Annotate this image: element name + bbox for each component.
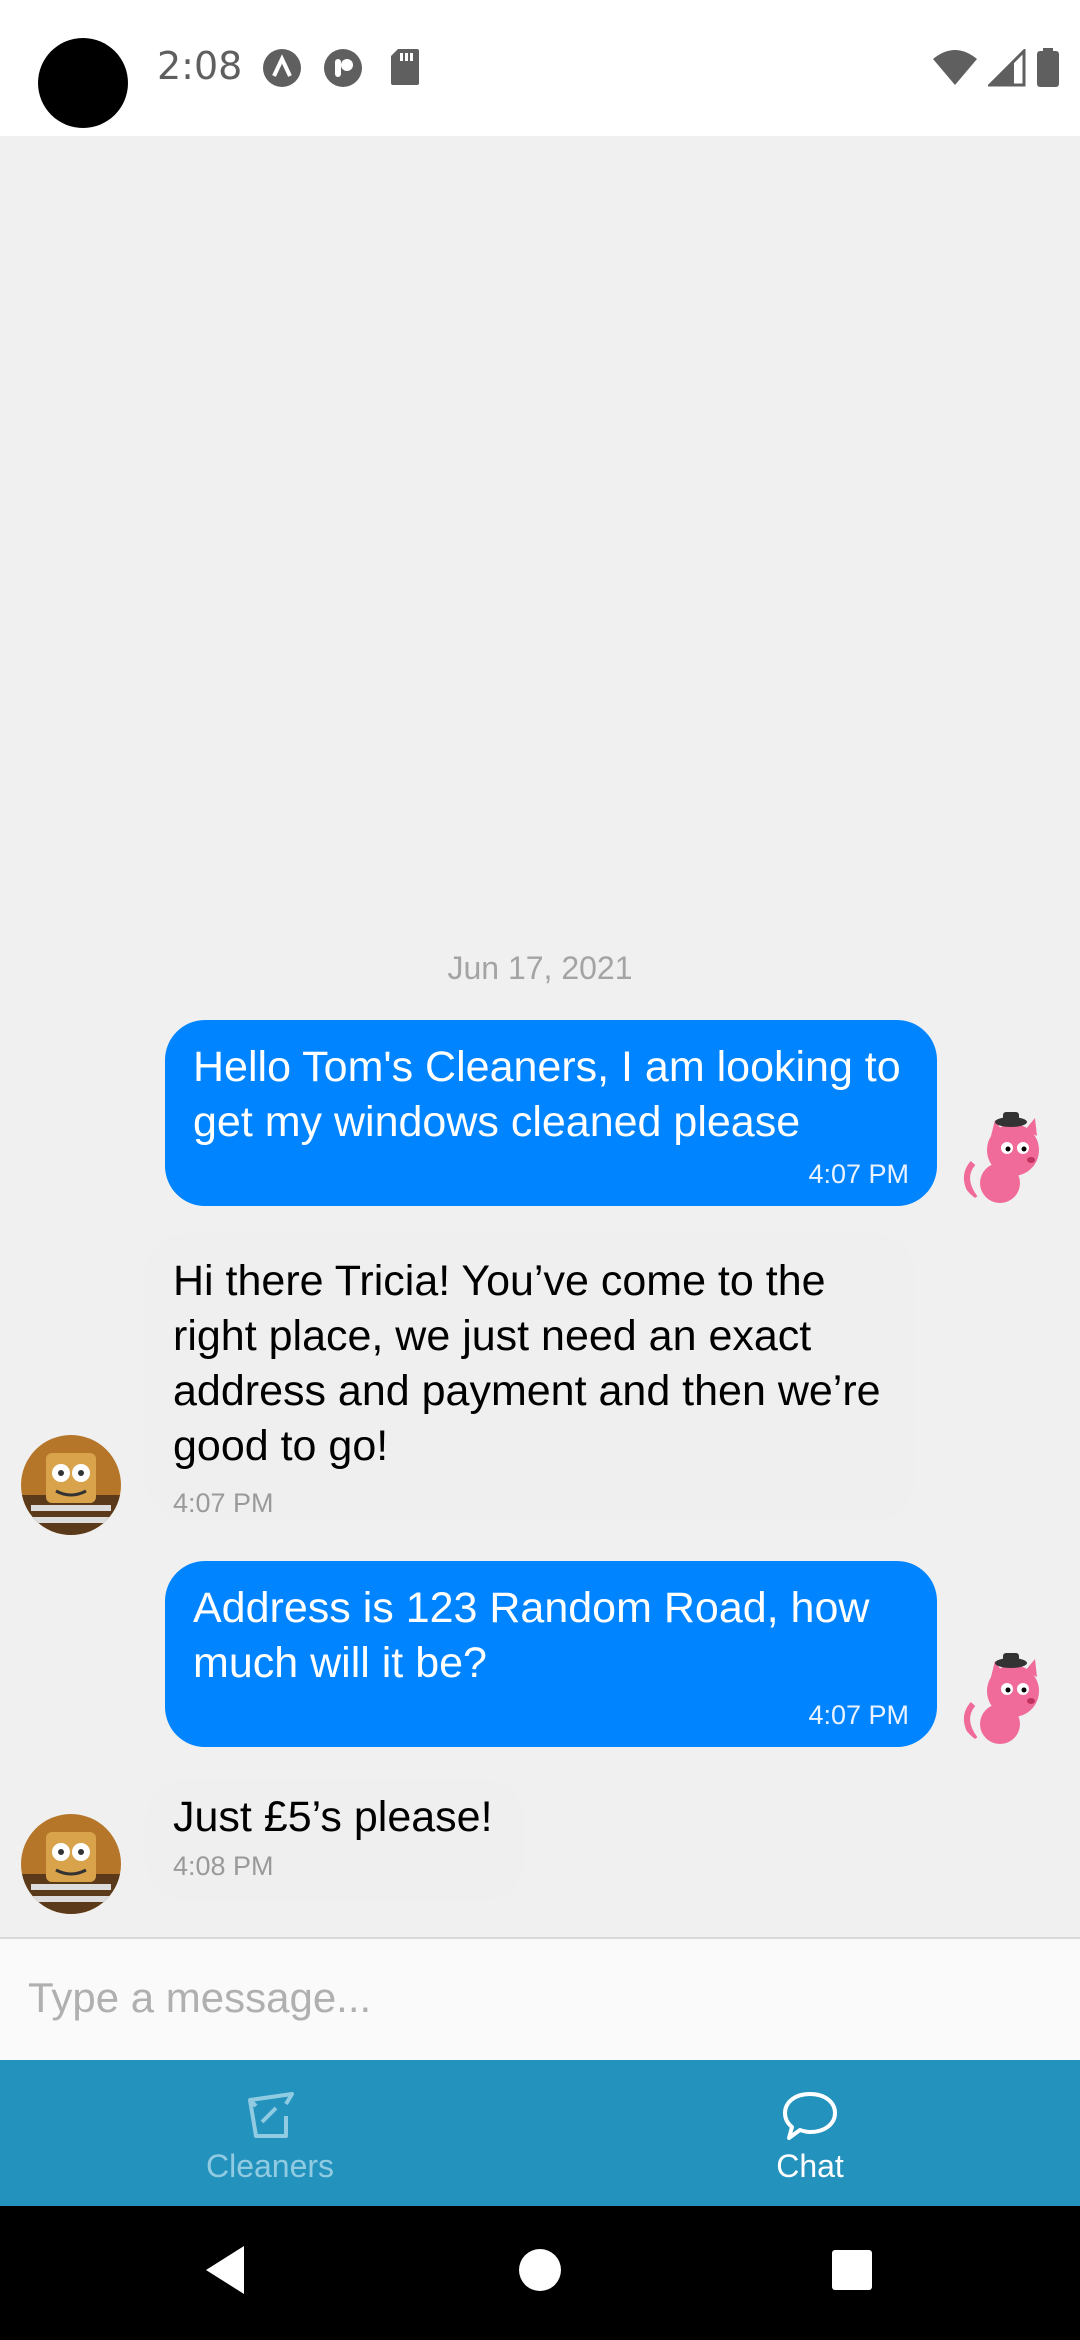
home-icon[interactable] [518,2242,562,2298]
signal-icon [988,49,1026,87]
cleaners-icon [248,2092,294,2138]
chat-area[interactable]: Jun 17, 2021 Hello Tom's Cleaners, I am … [0,136,1080,1937]
message-incoming[interactable]: Hi there Tricia! You’ve come to the righ… [145,1234,915,1520]
app-a-icon [263,49,301,87]
back-icon[interactable] [200,2242,250,2298]
camera-cutout [38,38,128,128]
message-text: Just £5’s please! [173,1793,493,1841]
date-separator: Jun 17, 2021 [447,950,633,986]
tab-label: Chat [776,2148,844,2184]
status-time: 2:08 [157,44,243,88]
avatar-cleaner[interactable] [21,1435,121,1535]
message-text: Address is 123 Random Road, how much wil… [193,1584,870,1687]
system-nav-bar [0,2206,1080,2340]
sd-card-icon [391,49,419,85]
message-time: 4:08 PM [173,1851,274,1881]
message-outgoing[interactable]: Address is 123 Random Road, how much wil… [165,1561,937,1747]
bottom-tab-bar: Cleaners Chat [0,2060,1080,2206]
wifi-icon [933,50,977,85]
message-time: 4:07 PM [808,1159,909,1189]
pink-cat-avatar-icon [955,1649,1055,1749]
status-bar: 2:08 [0,0,1080,136]
chat-bubble-icon [783,2092,837,2140]
cleaner-avatar-icon [21,1435,121,1535]
message-text: Hello Tom's Cleaners, I am looking to ge… [193,1043,901,1146]
message-outgoing[interactable]: Hello Tom's Cleaners, I am looking to ge… [165,1020,937,1206]
tab-cleaners[interactable]: Cleaners [0,2060,540,2206]
message-incoming[interactable]: Just £5’s please! 4:08 PM [145,1780,525,1900]
recents-icon[interactable] [830,2242,874,2298]
avatar-cleaner[interactable] [21,1814,121,1914]
avatar-user[interactable] [955,1649,1055,1749]
message-input[interactable] [28,1963,1048,2033]
message-time: 4:07 PM [173,1488,274,1518]
pink-cat-avatar-icon [955,1108,1055,1208]
message-composer [0,1937,1080,2060]
tab-chat[interactable]: Chat [540,2060,1080,2206]
tab-label: Cleaners [205,2148,335,2184]
avatar-user[interactable] [955,1108,1055,1208]
message-text: Hi there Tricia! You’ve come to the righ… [173,1257,881,1470]
battery-icon [1037,48,1059,87]
app-p-icon [324,49,362,87]
cleaner-avatar-icon [21,1814,121,1914]
message-time: 4:07 PM [808,1700,909,1730]
